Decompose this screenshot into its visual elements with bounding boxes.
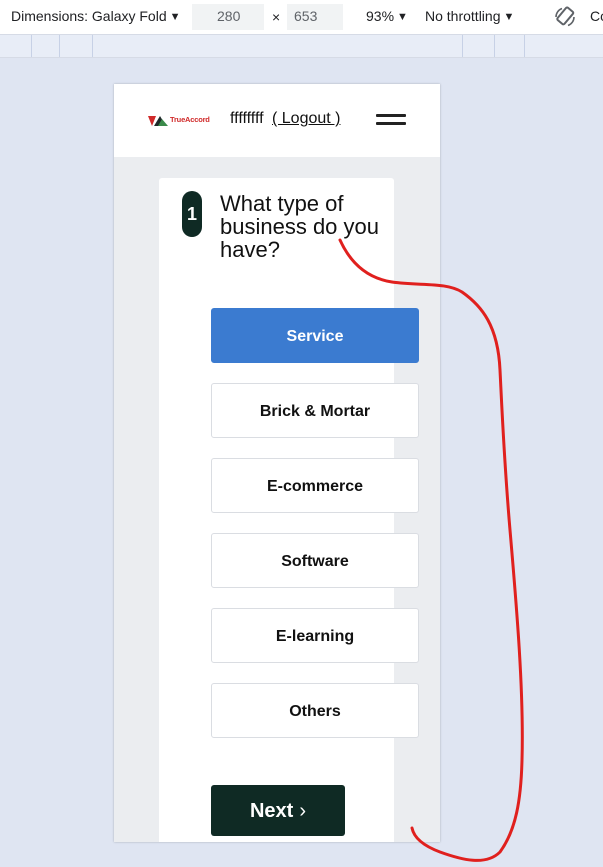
option-ecommerce[interactable]: E-commerce bbox=[211, 458, 419, 513]
next-label: Next bbox=[249, 800, 294, 822]
rotate-icon[interactable] bbox=[553, 5, 577, 29]
caret-down-icon: ▼ bbox=[503, 11, 515, 23]
user-area: ffffffff ( Logout ) bbox=[230, 110, 340, 128]
height-value: 653 bbox=[294, 8, 318, 24]
throttling-label: No throttling bbox=[425, 8, 501, 24]
width-value: 280 bbox=[217, 8, 241, 24]
option-brick-mortar[interactable]: Brick & Mortar bbox=[211, 383, 419, 438]
height-input[interactable]: 653 bbox=[287, 4, 343, 30]
dimensions-label: Dimensions: Galaxy Fold bbox=[11, 8, 167, 24]
dimension-separator: × bbox=[272, 9, 281, 25]
question-title: What type of business do you have? bbox=[220, 191, 379, 262]
devtools-device-toolbar: Dimensions: Galaxy Fold ▼ 280 × 653 93% ▼ … bbox=[0, 0, 603, 35]
logo[interactable]: TrueAccord bbox=[148, 114, 218, 128]
option-others[interactable]: Others bbox=[211, 683, 419, 738]
width-input[interactable]: 280 bbox=[192, 4, 264, 30]
logo-text: TrueAccord bbox=[170, 115, 210, 124]
logo-mark-icon bbox=[148, 116, 168, 126]
business-type-options: Service Brick & Mortar E-commerce Softwa… bbox=[211, 308, 419, 758]
dimensions-dropdown[interactable]: Dimensions: Galaxy Fold ▼ bbox=[11, 8, 181, 24]
option-elearning[interactable]: E-learning bbox=[211, 608, 419, 663]
logout-link[interactable]: ( Logout ) bbox=[272, 110, 340, 127]
media-query-ruler bbox=[0, 35, 603, 58]
username: ffffffff bbox=[230, 110, 264, 127]
throttling-dropdown[interactable]: No throttling ▼ bbox=[425, 8, 514, 24]
chevron-right-icon: › bbox=[299, 800, 307, 822]
cut-off-label: Co bbox=[590, 8, 603, 24]
step-number-badge: 1 bbox=[182, 191, 202, 237]
next-button[interactable]: Next › bbox=[211, 785, 345, 836]
question-card: 1 What type of business do you have? Ser… bbox=[159, 178, 419, 842]
hamburger-menu-icon[interactable] bbox=[376, 112, 406, 128]
option-software[interactable]: Software bbox=[211, 533, 419, 588]
site-header: TrueAccord ffffffff ( Logout ) bbox=[114, 84, 440, 157]
option-service[interactable]: Service bbox=[211, 308, 419, 363]
zoom-dropdown[interactable]: 93% ▼ bbox=[366, 8, 408, 24]
caret-down-icon: ▼ bbox=[169, 11, 181, 23]
zoom-label: 93% bbox=[366, 8, 395, 24]
device-viewport: TrueAccord ffffffff ( Logout ) 1 What ty… bbox=[114, 84, 440, 842]
caret-down-icon: ▼ bbox=[397, 11, 408, 23]
